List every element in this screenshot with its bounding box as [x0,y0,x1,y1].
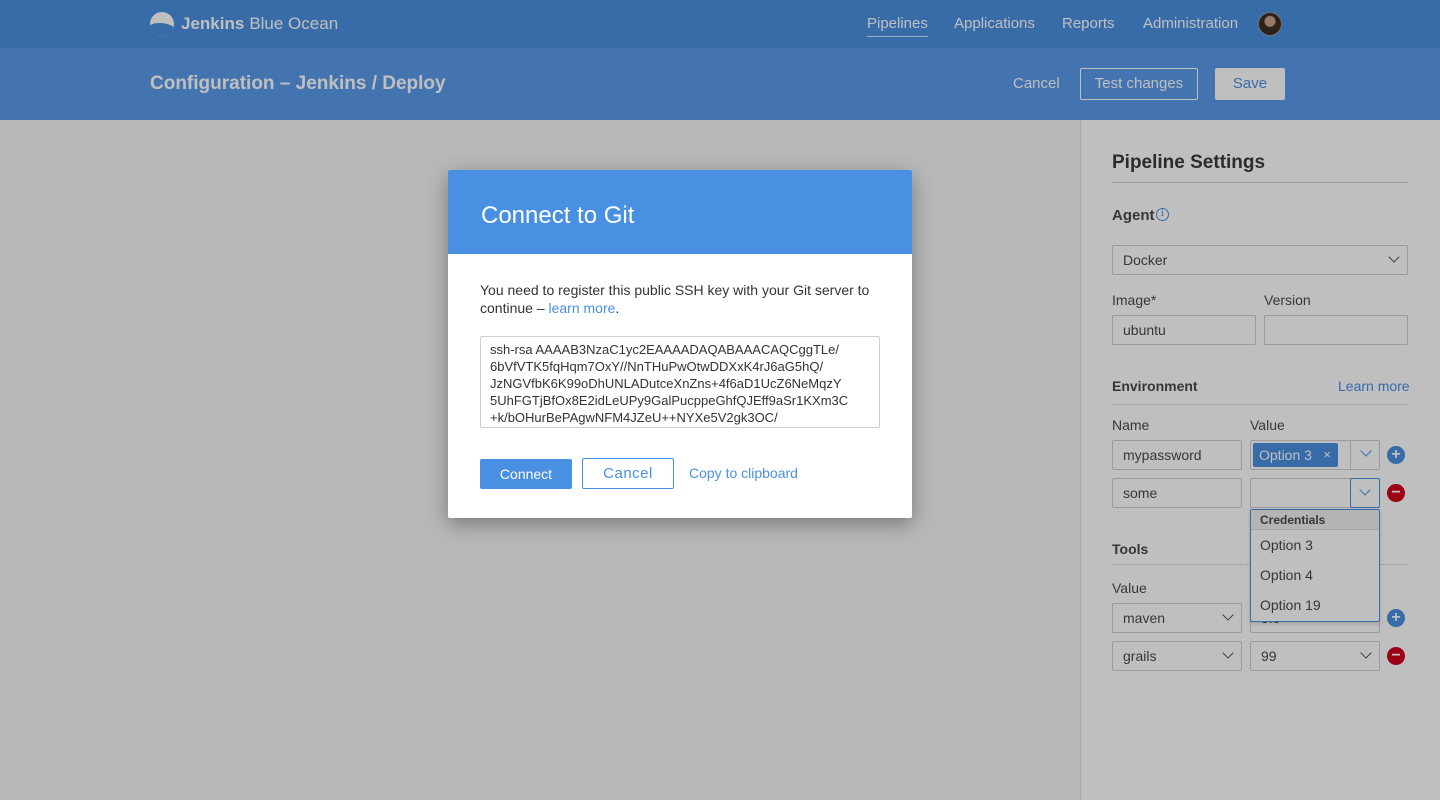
ssh-key-line: JzNGVfbK6K99oDhUNLADutceXnZns+4f6aD1UcZ6… [490,376,842,391]
ssh-key-line: 6bVfVTK5fqHqm7OxY//NnTHuPwOtwDDXxK4rJ6aG… [490,359,824,374]
dialog-header: Connect to Git [448,170,912,254]
learn-more-link[interactable]: learn more [549,300,616,316]
connect-to-git-dialog: Connect to Git You need to register this… [448,170,912,518]
dialog-message-text: You need to register this public SSH key… [480,282,870,316]
connect-button[interactable]: Connect [480,459,572,489]
ssh-key-textarea[interactable]: ssh-rsa AAAAB3NzaC1yc2EAAAADAQABAAACAQCg… [480,336,880,428]
message-period: . [615,300,620,316]
copy-to-clipboard-link[interactable]: Copy to clipboard [689,465,798,481]
ssh-key-line: +k/bOHurBePAgwNFM4JZeU++NYXe5V2gk3OC/ [490,410,778,425]
ssh-key-line: ssh-rsa AAAAB3NzaC1yc2EAAAADAQABAAACAQCg… [490,342,839,357]
dialog-message: You need to register this public SSH key… [480,281,880,317]
dialog-title: Connect to Git [481,202,635,229]
ssh-key-line: 5UhFGTjBfOx8E2idLeUPy9GalPucppeGhfQJEff9… [490,393,849,408]
dialog-cancel-button[interactable]: Cancel [582,458,674,489]
